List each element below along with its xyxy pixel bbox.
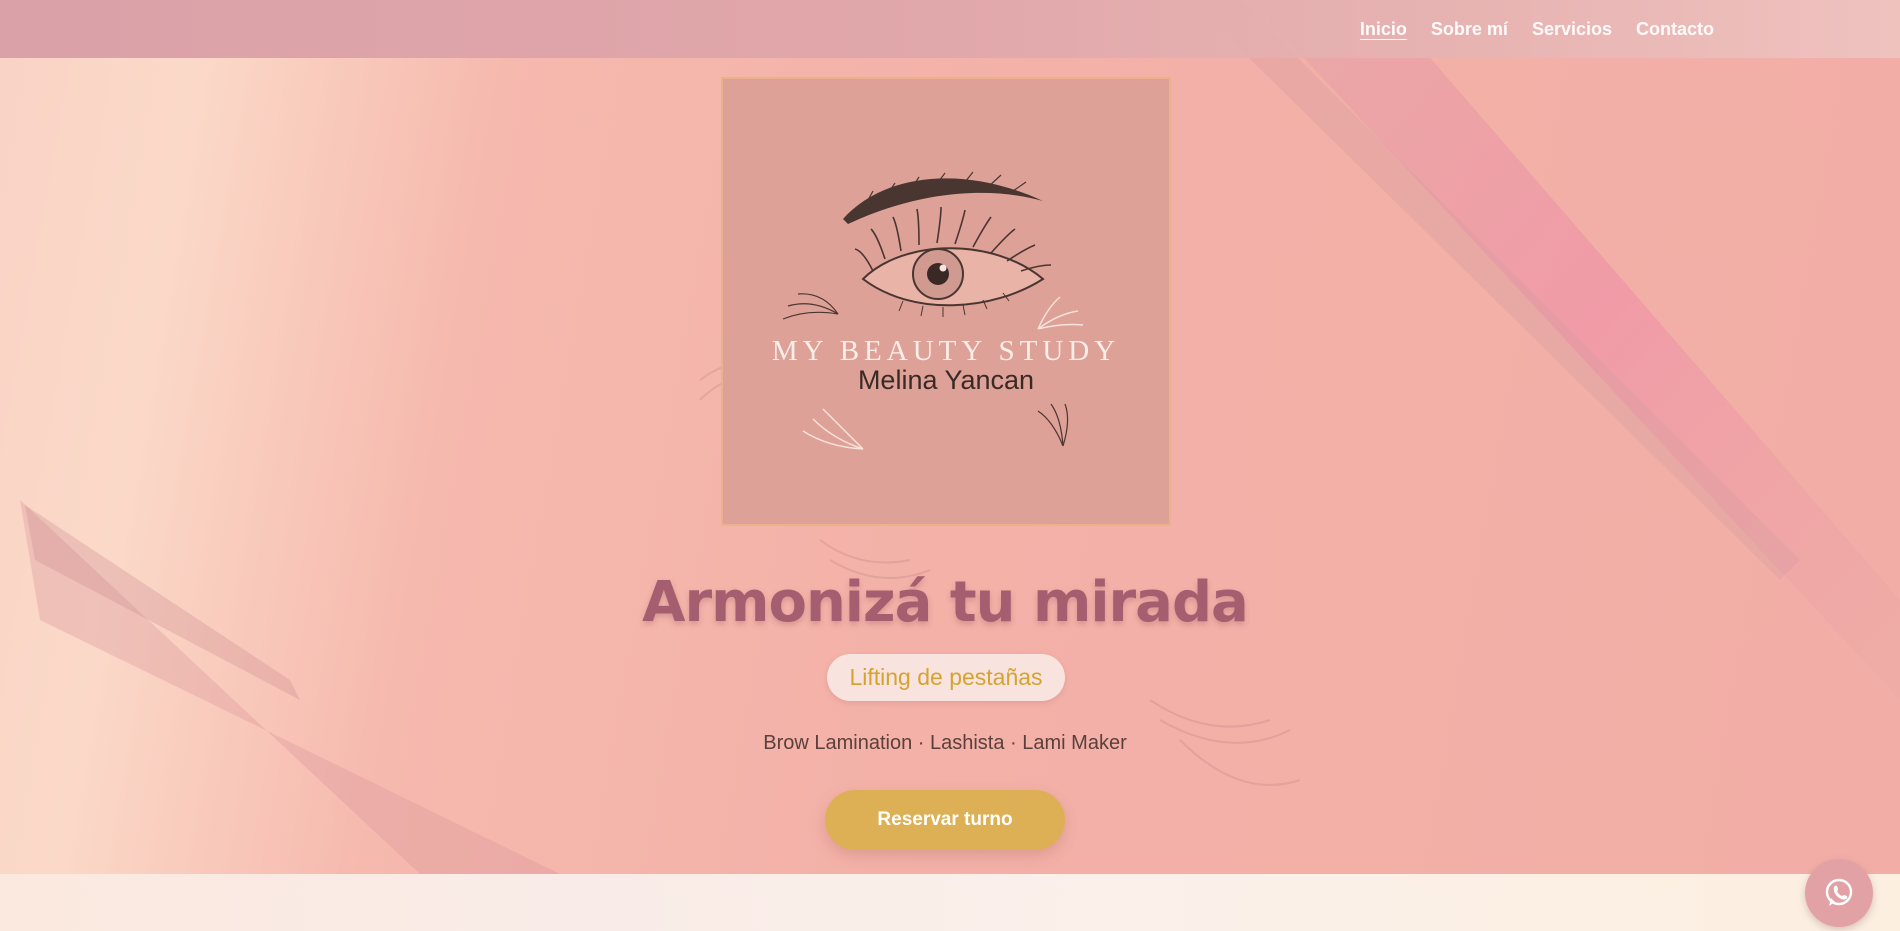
nav-link-servicios[interactable]: Servicios	[1532, 19, 1612, 40]
book-appointment-button[interactable]: Reservar turno	[825, 790, 1065, 850]
next-section	[0, 874, 1900, 931]
whatsapp-icon	[1825, 878, 1853, 906]
nav-link-inicio[interactable]: Inicio	[1360, 19, 1407, 40]
top-navbar: Inicio Sobre mí Servicios Contacto	[0, 0, 1900, 58]
hero-title: Armonizá tu mirada	[642, 570, 1249, 635]
logo-brand-text: MY BEAUTY STUDY	[771, 335, 1121, 367]
nav-links: Inicio Sobre mí Servicios Contacto	[1360, 0, 1714, 58]
eye-illustration	[782, 171, 1084, 450]
brand-logo: MY BEAUTY STUDY Melina Yancan	[721, 77, 1171, 526]
whatsapp-button[interactable]	[1805, 859, 1873, 927]
nav-link-contacto[interactable]: Contacto	[1636, 19, 1714, 40]
service-badge: Lifting de pestañas	[827, 654, 1065, 701]
nav-link-sobre-mi[interactable]: Sobre mí	[1431, 19, 1508, 40]
logo-owner-name: Melina Yancan	[857, 365, 1035, 395]
hero-subtitle: Brow Lamination · Lashista · Lami Maker	[763, 732, 1127, 754]
